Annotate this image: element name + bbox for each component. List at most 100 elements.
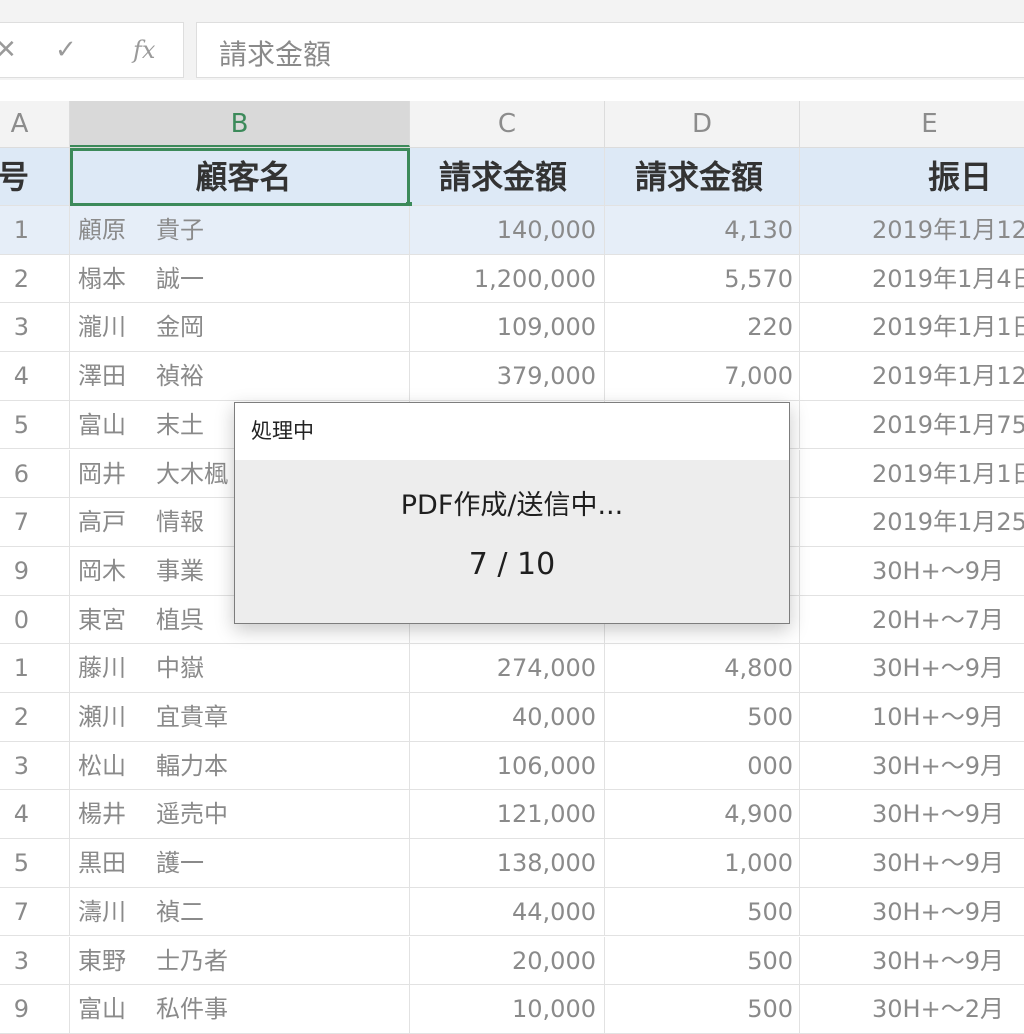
row-number-cell[interactable]: 9: [0, 546, 70, 596]
family-name: 松山: [78, 751, 126, 780]
billing-amount-cell[interactable]: 109,000: [410, 303, 605, 353]
enter-icon[interactable]: ✓: [55, 35, 77, 65]
header-cell-billing-amount[interactable]: 請求金額: [410, 148, 605, 206]
customer-name-cell[interactable]: 澤田 禎裕: [70, 352, 410, 401]
dialog-message: PDF作成/送信中...: [400, 490, 624, 521]
transfer-date-cell[interactable]: 2019年1月75: [800, 401, 1024, 450]
billing-amount-2-cell[interactable]: 500: [605, 693, 800, 742]
header-cell-number[interactable]: 号: [0, 148, 70, 206]
row-number-cell[interactable]: 7: [0, 887, 70, 937]
header-cell-transfer-date[interactable]: 振日: [800, 148, 1024, 206]
row-number-cell[interactable]: 4: [0, 790, 70, 840]
given-name: 禎裕: [156, 362, 204, 391]
cancel-icon[interactable]: ✕: [0, 35, 17, 65]
row-number-cell[interactable]: 4: [0, 352, 70, 401]
transfer-date-cell[interactable]: 2019年1月4日: [800, 255, 1024, 304]
row-number-cell[interactable]: 1: [0, 644, 70, 693]
table-row: 1 顧原 貴子 140,000 4,130 2019年1月12: [0, 206, 1024, 255]
header-cell-billing-amount-2[interactable]: 請求金額: [605, 148, 800, 206]
family-name: 澤田: [78, 362, 126, 391]
transfer-date-cell[interactable]: 30H+～9月: [800, 547, 1024, 596]
billing-amount-cell[interactable]: 40,000: [410, 693, 605, 742]
transfer-date-cell[interactable]: 20H+～7月: [800, 596, 1024, 645]
row-number-cell[interactable]: 1: [0, 206, 70, 255]
header-cell-customer-name[interactable]: 顧客名: [70, 148, 410, 206]
transfer-date-cell[interactable]: 30H+～9月: [800, 790, 1024, 840]
transfer-date-cell[interactable]: 30H+～9月: [800, 888, 1024, 937]
billing-amount-cell[interactable]: 1,200,000: [410, 254, 605, 304]
transfer-date-cell[interactable]: 30H+～9月: [800, 937, 1024, 986]
transfer-date-cell[interactable]: 2019年1月1日: [800, 450, 1024, 499]
billing-amount-2-cell[interactable]: 500: [605, 887, 800, 937]
transfer-date-cell[interactable]: 30H+～9月: [800, 644, 1024, 693]
customer-name-cell[interactable]: 黒田 護一: [70, 839, 410, 888]
column-header-c[interactable]: C: [410, 101, 605, 147]
customer-name-cell[interactable]: 瀧川 金岡: [70, 303, 410, 353]
family-name: 藤川: [78, 654, 126, 683]
billing-amount-cell[interactable]: 10,000: [410, 985, 605, 1034]
billing-amount-2-cell[interactable]: 500: [605, 936, 800, 986]
family-name: 富山: [78, 995, 126, 1024]
transfer-date-cell[interactable]: 2019年1月12: [800, 206, 1024, 255]
row-number-cell[interactable]: 3: [0, 936, 70, 986]
formula-value: 請求金額: [219, 38, 332, 71]
row-number-cell[interactable]: 2: [0, 254, 70, 304]
billing-amount-2-cell[interactable]: 500: [605, 985, 800, 1034]
customer-name-cell[interactable]: 松山 輻力本: [70, 741, 410, 791]
billing-amount-2-cell[interactable]: 000: [605, 741, 800, 791]
transfer-date-cell[interactable]: 10H+～9月: [800, 693, 1024, 742]
billing-amount-cell[interactable]: 379,000: [410, 352, 605, 401]
family-name: 瀬川: [78, 703, 126, 731]
column-header-d[interactable]: D: [605, 101, 800, 147]
row-number-cell[interactable]: 0: [0, 595, 70, 645]
transfer-date-cell[interactable]: 30H+～9月: [800, 742, 1024, 791]
billing-amount-2-cell[interactable]: 4,130: [605, 206, 800, 255]
family-name: 楊井: [78, 800, 126, 829]
billing-amount-2-cell[interactable]: 220: [605, 303, 800, 353]
transfer-date-cell[interactable]: 2019年1月1日: [800, 303, 1024, 353]
customer-name-cell[interactable]: 瀬川 宜貴章: [70, 693, 410, 742]
customer-name-cell[interactable]: 濤川 禎二: [70, 887, 410, 937]
row-number-cell[interactable]: 7: [0, 498, 70, 547]
billing-amount-2-cell[interactable]: 1,000: [605, 839, 800, 888]
billing-amount-2-cell[interactable]: 4,800: [605, 644, 800, 693]
row-number-cell[interactable]: 3: [0, 303, 70, 353]
billing-amount-2-cell[interactable]: 5,570: [605, 254, 800, 304]
given-name: 末土: [156, 410, 204, 439]
row-number-cell[interactable]: 9: [0, 985, 70, 1034]
billing-amount-2-cell[interactable]: 7,000: [605, 352, 800, 401]
column-headers: A B C D E: [0, 101, 1024, 148]
billing-amount-cell[interactable]: 138,000: [410, 839, 605, 888]
customer-name-cell[interactable]: 楊井 遥売中: [70, 790, 410, 840]
table-row: 9 富山 私件事 10,000 500 30H+～2月: [0, 985, 1024, 1034]
customer-name-cell[interactable]: 顧原 貴子: [70, 206, 410, 255]
row-number-cell[interactable]: 3: [0, 741, 70, 791]
transfer-date-cell[interactable]: 30H+～9月: [800, 839, 1024, 888]
billing-amount-cell[interactable]: 44,000: [410, 887, 605, 937]
billing-amount-cell[interactable]: 106,000: [410, 741, 605, 791]
customer-name-cell[interactable]: 富山 私件事: [70, 985, 410, 1034]
transfer-date-cell[interactable]: 2019年1月25: [800, 498, 1024, 547]
row-number-cell[interactable]: 5: [0, 400, 70, 450]
row-number-cell[interactable]: 5: [0, 839, 70, 888]
transfer-date-cell[interactable]: 30H+～2月: [800, 985, 1024, 1034]
billing-amount-cell[interactable]: 20,000: [410, 936, 605, 986]
column-header-b[interactable]: B: [70, 101, 410, 147]
billing-amount-cell[interactable]: 140,000: [410, 206, 605, 255]
formula-input[interactable]: 請求金額: [196, 22, 1024, 78]
billing-amount-2-cell[interactable]: 4,900: [605, 790, 800, 840]
table-row: 3 東野 士乃者 20,000 500 30H+～9月: [0, 936, 1024, 986]
row-number-cell[interactable]: 2: [0, 693, 70, 742]
transfer-date-cell[interactable]: 2019年1月12: [800, 352, 1024, 401]
customer-name-cell[interactable]: 榻本 誠一: [70, 254, 410, 304]
given-name: 金岡: [156, 313, 204, 342]
insert-function-icon[interactable]: fx: [133, 35, 155, 65]
billing-amount-cell[interactable]: 121,000: [410, 790, 605, 840]
billing-amount-cell[interactable]: 274,000: [410, 644, 605, 693]
family-name: 榻本: [78, 264, 126, 293]
column-header-a[interactable]: A: [0, 101, 70, 147]
customer-name-cell[interactable]: 東野 士乃者: [70, 936, 410, 986]
customer-name-cell[interactable]: 藤川 中嶽: [70, 644, 410, 693]
column-header-e[interactable]: E: [800, 101, 1024, 147]
row-number-cell[interactable]: 6: [0, 449, 70, 499]
